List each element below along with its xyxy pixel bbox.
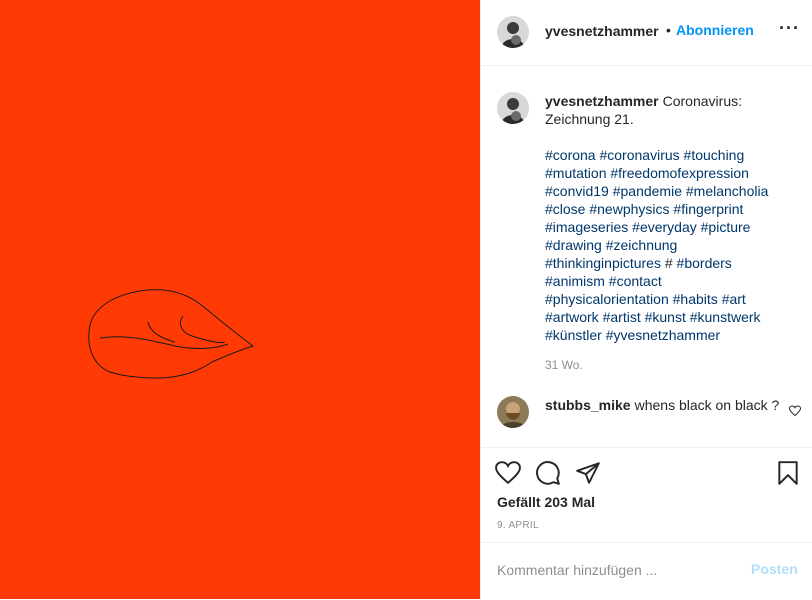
hashtag[interactable]: #animism (545, 273, 605, 289)
heart-icon[interactable] (495, 460, 521, 491)
author-username[interactable]: yvesnetzhammer (545, 23, 659, 39)
post-age[interactable]: 31 Wo. (545, 356, 807, 374)
fingertip-drawing (88, 289, 255, 379)
hash-symbol: # (664, 255, 673, 271)
hashtag[interactable]: #coronavirus (599, 147, 679, 163)
hashtag[interactable]: #fingerprint (673, 201, 743, 217)
more-icon[interactable]: ··· (779, 18, 800, 39)
hashtag[interactable]: #borders (677, 255, 732, 271)
action-bar: Gefällt 203 Mal 9. APRIL Posten (481, 447, 812, 599)
hashtag[interactable]: #zeichnung (606, 237, 678, 253)
add-comment-bar: Posten (481, 542, 812, 600)
hashtag[interactable]: #kunst (645, 309, 686, 325)
hashtag[interactable]: #picture (701, 219, 751, 235)
post-sidebar: yvesnetzhammer • Abonnieren ··· yvesnetz… (480, 0, 812, 599)
hashtag[interactable]: #kunstwerk (690, 309, 761, 325)
hashtag[interactable]: #artist (603, 309, 641, 325)
hashtag[interactable]: #imageseries (545, 219, 628, 235)
hashtag[interactable]: #art (722, 291, 746, 307)
hashtag[interactable]: #yvesnetzhammer (606, 327, 720, 343)
commenter-username[interactable]: stubbs_mike (545, 397, 631, 413)
hashtag[interactable]: #newphysics (589, 201, 669, 217)
hashtag[interactable]: #physicalorientation (545, 291, 669, 307)
hashtag[interactable]: #melancholia (686, 183, 769, 199)
author-avatar[interactable] (497, 16, 529, 48)
post-comment-button[interactable]: Posten (751, 561, 798, 577)
caption-username[interactable]: yvesnetzhammer (545, 93, 659, 109)
bookmark-icon[interactable] (775, 460, 801, 491)
comment-icon[interactable] (535, 460, 561, 491)
hashtag[interactable]: #close (545, 201, 585, 217)
hashtag[interactable]: #künstler (545, 327, 602, 343)
hashtag[interactable]: #corona (545, 147, 596, 163)
post-header: yvesnetzhammer • Abonnieren ··· (481, 0, 812, 66)
hashtag[interactable]: #convid19 (545, 183, 609, 199)
hashtag[interactable]: #contact (609, 273, 662, 289)
caption-avatar[interactable] (497, 92, 529, 124)
comment-body: whens black on black ? (634, 397, 780, 413)
post-date[interactable]: 9. APRIL (497, 520, 539, 531)
commenter-avatar[interactable] (497, 396, 529, 428)
post-image[interactable] (0, 0, 480, 599)
hashtag[interactable]: #touching (684, 147, 745, 163)
hashtag[interactable]: #freedomofexpression (610, 165, 749, 181)
share-icon[interactable] (575, 460, 601, 491)
hashtag-list: #corona #coronavirus #touching #mutation… (545, 146, 807, 344)
heart-small-icon[interactable] (788, 404, 802, 422)
hashtag[interactable]: #everyday (632, 219, 697, 235)
hashtag[interactable]: #mutation (545, 165, 606, 181)
likes-count[interactable]: Gefällt 203 Mal (497, 494, 595, 510)
hashtag[interactable]: #habits (673, 291, 718, 307)
separator-dot: • (666, 22, 671, 38)
hashtag[interactable]: #pandemie (613, 183, 682, 199)
hashtag[interactable]: #drawing (545, 237, 602, 253)
hashtag[interactable]: #artwork (545, 309, 599, 325)
follow-button[interactable]: Abonnieren (676, 22, 754, 38)
comment-input[interactable] (495, 557, 739, 583)
hashtag[interactable]: #thinkinginpictures (545, 255, 661, 271)
caption-text: yvesnetzhammer Coronavirus: Zeichnung 21.… (545, 92, 807, 374)
comment-text: stubbs_mike whens black on black ? (545, 396, 785, 414)
